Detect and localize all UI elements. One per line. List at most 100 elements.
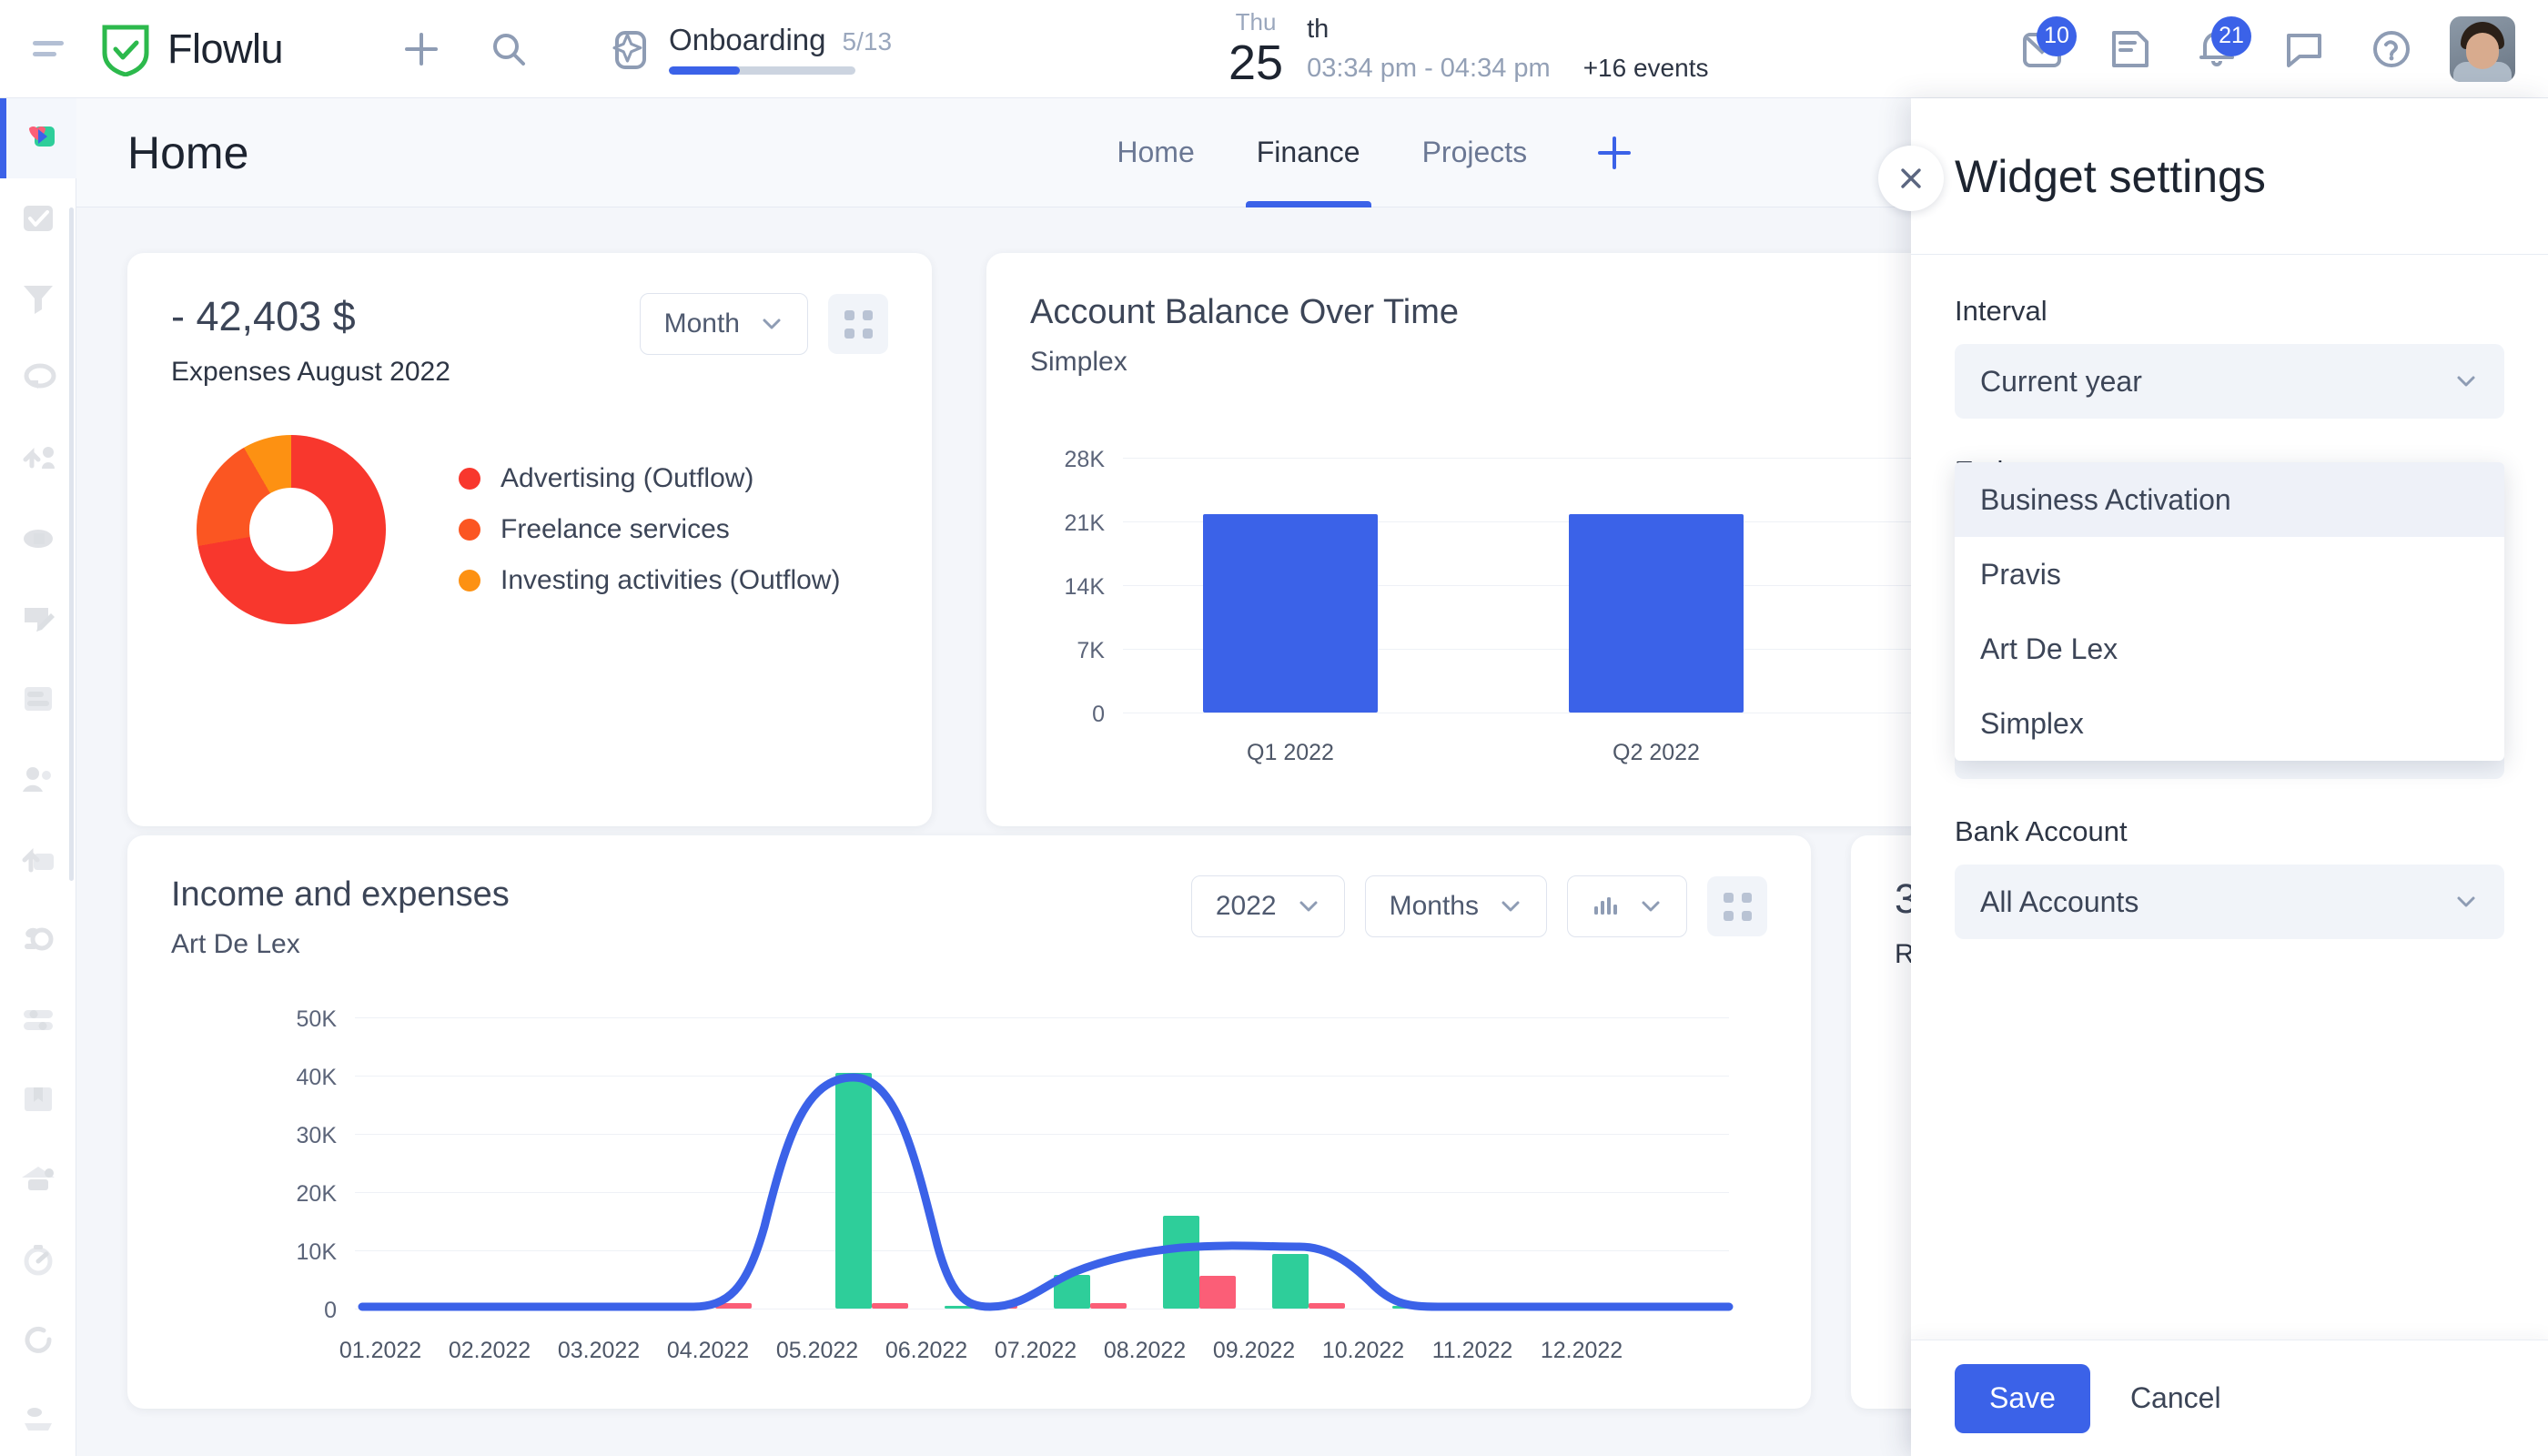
finance-coin-icon [23,530,53,548]
layers-stack-icon [24,1408,52,1431]
widget-income-expenses: Income and expenses Art De Lex 2022 Mont… [127,835,1811,1409]
avatar[interactable] [2450,15,2515,82]
x-tick: 12.2022 [1540,1338,1623,1363]
expenses-donut-chart [197,435,386,624]
notifications-badge: 21 [2211,15,2251,56]
income-drag-handle[interactable] [1707,876,1767,936]
search-user-icon [24,927,53,951]
income-granularity-value: Months [1389,891,1479,921]
balance-line-series [358,1073,1734,1311]
field-bank-account: Bank Account All Accounts [1955,815,2504,939]
legend-label: Advertising (Outflow) [500,463,754,493]
sidebar-item-notes[interactable] [0,579,76,659]
inbox-button[interactable]: 10 [2013,15,2077,78]
tab-finance[interactable]: Finance [1226,98,1391,207]
crm-funnel-icon [23,286,53,314]
flowlu-shield-icon [102,25,149,76]
sidebar-item-tasks[interactable] [0,178,76,258]
sidebar-item-settings[interactable] [0,979,76,1059]
chevron-down-icon [763,318,781,329]
drag-grip-icon [1723,892,1752,921]
settings-sliders-icon [23,1010,53,1030]
x-tick: 07.2022 [994,1338,1077,1363]
dropdown-option-art-de-lex[interactable]: Art De Lex [1955,612,2504,686]
x-tick: Q2 2022 [1613,740,1700,765]
notes-button[interactable] [2100,20,2159,78]
global-add-button[interactable] [392,20,450,78]
notes-edit-icon [24,608,55,632]
plus-icon [405,32,439,66]
event-title: th [1307,14,1330,44]
sidebar-item-share[interactable] [0,419,76,499]
panel-footer: Save Cancel [1911,1340,2548,1456]
plus-icon [1598,136,1632,169]
sidebar-item-contacts[interactable] [0,739,76,819]
global-search-button[interactable] [480,20,538,78]
onboarding-widget[interactable]: Onboarding 5/13 [602,23,892,75]
chevron-down-icon [2457,376,2475,387]
legend-label: Freelance services [500,514,730,544]
tasks-check-icon [23,206,53,231]
note-icon [2112,30,2149,67]
x-tick: 09.2022 [1212,1338,1296,1363]
refresh-cycle-icon [25,1326,52,1353]
y-tick: 28K [1064,447,1105,472]
search-icon [493,33,526,66]
expenses-period-select[interactable]: Month [639,293,808,355]
income-year-value: 2022 [1215,891,1277,921]
tab-home[interactable]: Home [1086,98,1225,207]
dropdown-option-simplex[interactable]: Simplex [1955,686,2504,761]
x-tick: 04.2022 [666,1338,750,1363]
sidebar-item-home[interactable] [0,98,76,178]
event-time: 03:34 pm - 04:34 pm [1307,53,1551,83]
tab-projects[interactable]: Projects [1391,98,1559,207]
income-charttype-select[interactable] [1567,875,1687,937]
sidebar-item-finance[interactable] [0,499,76,579]
sidebar-item-messages[interactable] [0,339,76,419]
sidebar-item-board[interactable] [0,659,76,739]
inbox-badge: 10 [2037,15,2077,56]
sidebar-item-upload[interactable] [0,819,76,899]
balance-title: Account Balance Over Time [1030,293,1459,331]
chevron-down-icon [2457,896,2475,907]
sidebar-item-layers[interactable] [0,1380,76,1456]
sidebar-item-knowledge[interactable] [0,1059,76,1139]
onboarding-progress-bar [669,66,856,75]
cancel-button[interactable]: Cancel [2119,1381,2232,1415]
x-tick: 03.2022 [557,1338,641,1363]
dropdown-option-pravis[interactable]: Pravis [1955,537,2504,612]
brand-logo[interactable]: Flowlu [100,22,284,76]
save-button[interactable]: Save [1955,1363,2090,1433]
expenses-drag-handle[interactable] [828,294,888,354]
interval-select[interactable]: Current year [1955,344,2504,419]
flowlu-logo-icon [28,126,55,147]
sidebar-item-refresh[interactable] [0,1299,76,1380]
expenses-period-value: Month [663,308,740,339]
bank-account-select[interactable]: All Accounts [1955,864,2504,939]
y-tick: 0 [1092,702,1105,727]
x-tick: 08.2022 [1103,1338,1187,1363]
income-year-select[interactable]: 2022 [1190,875,1345,937]
event-more-count[interactable]: +16 events [1583,54,1709,83]
add-tab-button[interactable] [1558,98,1671,207]
widget-expenses: - 42,403 $ Expenses August 2022 Month Ad… [127,253,932,826]
sidebar-item-time-tracking[interactable] [0,1219,76,1299]
sidebar-item-crm[interactable] [0,258,76,339]
help-button[interactable] [2362,20,2421,78]
notifications-button[interactable]: 21 [2188,15,2251,78]
close-panel-button[interactable] [1878,146,1944,211]
calendar-summary[interactable]: Thu 25 th 03:34 pm - 04:34 pm +16 events [1228,10,1708,87]
onboarding-count: 5/13 [842,27,893,56]
sidebar-item-mail[interactable] [0,1139,76,1219]
field-label-bank-account: Bank Account [1955,815,2128,847]
sidebar-item-search-user[interactable] [0,899,76,979]
bar-q1-balance [1203,514,1378,713]
x-tick: 11.2022 [1431,1338,1513,1363]
income-granularity-select[interactable]: Months [1364,875,1547,937]
hamburger-icon[interactable] [33,41,69,56]
dropdown-option-business-activation[interactable]: Business Activation [1955,462,2504,537]
sidebar-scrollbar[interactable] [69,207,74,881]
calendar-event: th 03:34 pm - 04:34 pm +16 events [1307,15,1708,84]
panel-header: Widget settings [1911,98,2548,255]
chat-button[interactable] [2275,20,2333,78]
